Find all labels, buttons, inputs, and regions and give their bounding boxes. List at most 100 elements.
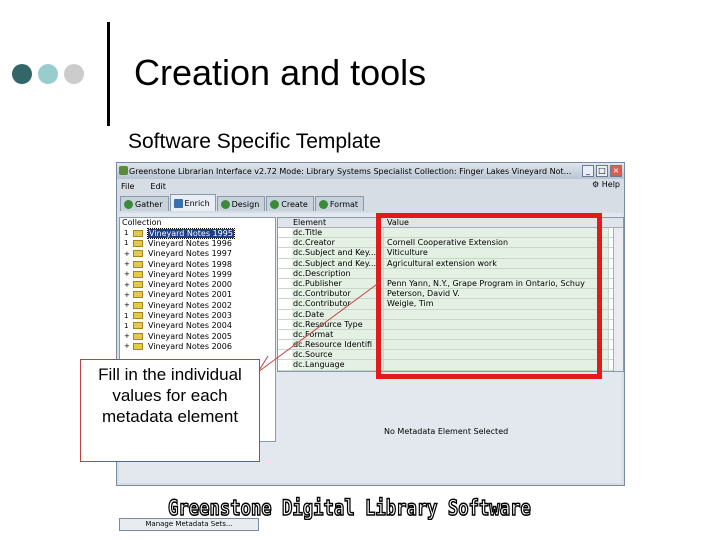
tab-enrich[interactable]: Enrich <box>169 194 216 211</box>
folder-icon <box>133 250 143 258</box>
tree-item-label: Vineyard Notes 1999 <box>148 269 232 279</box>
expand-icon[interactable]: + <box>124 342 133 350</box>
footer-banner: Greenstone Digital Library Software <box>167 495 531 521</box>
create-icon <box>270 199 280 209</box>
metadata-element: dc.Format <box>292 329 384 340</box>
metadata-element: dc.Language <box>292 360 384 370</box>
tree-item[interactable]: + Vineyard Notes 2002 <box>120 300 275 310</box>
tab-format-label: Format <box>329 199 359 209</box>
expand-icon[interactable]: 1 <box>124 229 133 237</box>
expand-icon[interactable]: + <box>124 250 133 258</box>
folder-icon <box>133 281 143 289</box>
app-icon <box>119 166 128 175</box>
metadata-element: dc.Publisher <box>292 278 384 289</box>
no-selection-message: No Metadata Element Selected <box>384 427 509 436</box>
expand-icon[interactable]: 1 <box>124 239 133 247</box>
tree-item-label: Vineyard Notes 2003 <box>148 311 232 321</box>
tab-gather[interactable]: Gather <box>120 196 169 211</box>
metadata-element: dc.Contributor <box>292 299 384 309</box>
expand-icon[interactable]: 1 <box>124 322 133 330</box>
metadata-element: dc.Subject and Key... <box>292 258 384 268</box>
metadata-element: dc.Description <box>292 268 384 278</box>
expand-icon[interactable]: + <box>124 281 133 289</box>
tab-design-label: Design <box>231 199 260 209</box>
tree-item-label: Vineyard Notes 1996 <box>148 238 232 248</box>
tree-item[interactable]: 1 Vineyard Notes 2003 <box>120 310 275 320</box>
tree-item-label: Vineyard Notes 1998 <box>148 259 232 269</box>
column-element[interactable]: Element <box>292 218 384 227</box>
gather-icon <box>124 199 133 209</box>
slide-subtitle: Software Specific Template <box>128 130 381 153</box>
tab-create-label: Create <box>281 199 308 209</box>
folder-icon <box>133 239 143 247</box>
tree-item[interactable]: + Vineyard Notes 2000 <box>120 279 275 289</box>
tree-item-label: Vineyard Notes 2001 <box>148 290 232 300</box>
menu-help[interactable]: ⚙ Help <box>592 180 620 189</box>
folder-icon <box>133 312 143 320</box>
tree-item[interactable]: + Vineyard Notes 2001 <box>120 290 275 300</box>
folder-icon <box>133 342 143 350</box>
expand-icon[interactable]: + <box>124 260 133 268</box>
title-divider <box>107 22 110 126</box>
expand-icon[interactable]: + <box>124 301 133 309</box>
dot-dark <box>12 64 32 84</box>
tree-item[interactable]: + Vineyard Notes 1999 <box>120 269 275 279</box>
metadata-element: dc.Resource Type <box>292 319 384 329</box>
metadata-element: dc.Source <box>292 350 384 360</box>
folder-icon <box>133 291 143 299</box>
metadata-element: dc.Title <box>292 228 384 238</box>
metadata-element: dc.Creator <box>292 238 384 248</box>
folder-icon <box>133 229 143 237</box>
tree-item[interactable]: 1 Vineyard Notes 1995 <box>120 227 275 239</box>
enrich-icon <box>173 198 183 208</box>
metadata-element: dc.Date <box>292 309 384 319</box>
format-icon <box>318 199 328 209</box>
menu-file[interactable]: File <box>121 182 134 191</box>
expand-icon[interactable]: + <box>124 332 133 340</box>
tree-item-label: Vineyard Notes 2002 <box>148 300 232 310</box>
tab-design[interactable]: Design <box>216 196 266 211</box>
expand-icon[interactable]: 1 <box>124 312 133 320</box>
folder-icon <box>133 270 143 278</box>
folder-icon <box>133 332 143 340</box>
tree-item-label: Vineyard Notes 2006 <box>148 341 232 351</box>
tree-item-label: Vineyard Notes 2005 <box>148 331 232 341</box>
tree-item-label: Vineyard Notes 1995 <box>147 227 235 239</box>
menu-help-label: Help <box>601 180 620 189</box>
close-button[interactable]: × <box>610 165 622 177</box>
tree-item[interactable]: + Vineyard Notes 1998 <box>120 259 275 269</box>
tab-gather-label: Gather <box>135 199 163 209</box>
tree-item[interactable]: + Vineyard Notes 1997 <box>120 249 275 259</box>
metadata-element: dc.Contributor <box>292 289 384 299</box>
folder-icon <box>133 260 143 268</box>
callout-box: Fill in the individual values for each m… <box>80 359 260 462</box>
dot-teal <box>38 64 58 84</box>
expand-icon[interactable]: + <box>124 291 133 299</box>
collection-header: Collection <box>122 218 162 227</box>
tab-enrich-label: Enrich <box>184 198 210 208</box>
menubar: File Edit ⚙ Help <box>117 179 624 193</box>
maximize-button[interactable]: □ <box>596 165 608 177</box>
value-column-highlight <box>376 213 602 379</box>
tree-item[interactable]: 1 Vineyard Notes 1996 <box>120 238 275 248</box>
tab-bar: Gather Enrich Design Create Format <box>117 193 624 211</box>
tree-item[interactable]: + Vineyard Notes 2006 <box>120 341 275 351</box>
folder-icon <box>133 322 143 330</box>
dot-grey <box>64 64 84 84</box>
tree-item[interactable]: + Vineyard Notes 2005 <box>120 331 275 341</box>
tree-item-label: Vineyard Notes 1997 <box>148 249 232 259</box>
menu-edit[interactable]: Edit <box>150 182 166 191</box>
window-title: Greenstone Librarian Interface v2.72 Mod… <box>129 166 572 176</box>
metadata-scrollbar[interactable] <box>613 228 623 371</box>
tree-item[interactable]: 1 Vineyard Notes 2004 <box>120 321 275 331</box>
metadata-element: dc.Resource Identifi <box>292 340 384 350</box>
slide-title: Creation and tools <box>134 52 427 93</box>
bullet-dots <box>12 64 84 84</box>
expand-icon[interactable]: + <box>124 270 133 278</box>
minimize-button[interactable]: _ <box>582 165 594 177</box>
window-titlebar: Greenstone Librarian Interface v2.72 Mod… <box>117 163 624 179</box>
tree-item-label: Vineyard Notes 2004 <box>148 321 232 331</box>
tab-format[interactable]: Format <box>314 196 365 211</box>
metadata-element: dc.Subject and Key... <box>292 248 384 258</box>
tab-create[interactable]: Create <box>266 196 314 211</box>
